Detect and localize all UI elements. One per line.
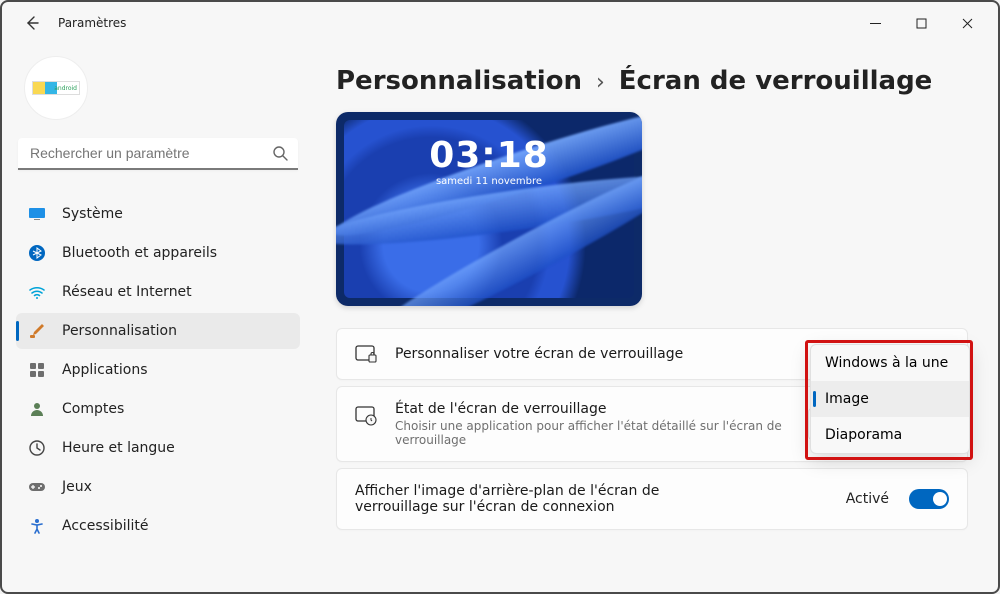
dropdown-item-image[interactable]: Image	[811, 381, 969, 417]
sidebar-item-label: Système	[62, 206, 123, 222]
dropdown-item-spotlight[interactable]: Windows à la une	[811, 345, 969, 381]
accessibility-icon	[28, 517, 46, 535]
maximize-icon	[916, 18, 927, 29]
monitor-icon	[28, 205, 46, 223]
minimize-button[interactable]	[852, 8, 898, 38]
dropdown-item-label: Windows à la une	[825, 355, 948, 371]
back-button[interactable]	[22, 13, 42, 33]
avatar[interactable]: android	[24, 56, 88, 120]
signin-bg-toggle[interactable]	[909, 489, 949, 509]
search-input[interactable]	[18, 138, 298, 170]
nav-list: Système Bluetooth et appareils Réseau et…	[16, 196, 300, 544]
card-title: Afficher l'image d'arrière-plan de l'écr…	[355, 483, 735, 515]
sidebar-item-accounts[interactable]: Comptes	[16, 391, 300, 427]
preview-date: samedi 11 novembre	[336, 176, 642, 187]
window-title: Paramètres	[58, 16, 126, 30]
sidebar-item-accessibility[interactable]: Accessibilité	[16, 508, 300, 544]
personalize-dropdown: Windows à la une Image Diaporama	[810, 344, 970, 454]
preview-clock: 03:18 samedi 11 novembre	[336, 138, 642, 187]
wifi-icon	[28, 283, 46, 301]
bluetooth-icon	[28, 244, 46, 262]
chevron-right-icon: ›	[596, 70, 605, 95]
sidebar-item-time[interactable]: Heure et langue	[16, 430, 300, 466]
breadcrumb-parent[interactable]: Personnalisation	[336, 66, 582, 96]
brush-icon	[28, 322, 46, 340]
grid-icon	[28, 361, 46, 379]
status-app-icon	[355, 405, 377, 427]
sidebar-item-apps[interactable]: Applications	[16, 352, 300, 388]
sidebar-item-network[interactable]: Réseau et Internet	[16, 274, 300, 310]
sidebar-item-label: Jeux	[62, 479, 92, 495]
user-icon	[28, 400, 46, 418]
avatar-logo: android	[32, 81, 80, 95]
sidebar-item-label: Heure et langue	[62, 440, 175, 456]
toggle-knob	[933, 492, 947, 506]
minimize-icon	[870, 18, 881, 29]
close-icon	[962, 18, 973, 29]
page-title: Écran de verrouillage	[619, 66, 933, 96]
card-subtitle: Choisir une application pour afficher l'…	[395, 419, 808, 447]
sidebar-item-gaming[interactable]: Jeux	[16, 469, 300, 505]
sidebar-item-personalization[interactable]: Personnalisation	[16, 313, 300, 349]
card-title: État de l'écran de verrouillage	[395, 401, 808, 417]
picture-lock-icon	[355, 343, 377, 365]
sidebar-item-label: Réseau et Internet	[62, 284, 192, 300]
window-controls	[852, 8, 990, 38]
close-button[interactable]	[944, 8, 990, 38]
clock-icon	[28, 439, 46, 457]
search-icon	[272, 145, 288, 165]
toggle-state-label: Activé	[846, 491, 889, 507]
sidebar-item-label: Accessibilité	[62, 518, 148, 534]
sidebar-item-label: Comptes	[62, 401, 124, 417]
signin-background-card[interactable]: Afficher l'image d'arrière-plan de l'écr…	[336, 468, 968, 530]
dropdown-item-slideshow[interactable]: Diaporama	[811, 417, 969, 453]
settings-window: Paramètres android	[0, 0, 1000, 594]
titlebar: Paramètres	[2, 2, 998, 44]
sidebar-item-bluetooth[interactable]: Bluetooth et appareils	[16, 235, 300, 271]
arrow-left-icon	[24, 15, 40, 31]
lockscreen-preview: 03:18 samedi 11 novembre	[336, 112, 642, 306]
preview-time: 03:18	[336, 138, 642, 174]
search-container	[18, 138, 298, 170]
dropdown-item-label: Diaporama	[825, 427, 902, 443]
breadcrumb: Personnalisation › Écran de verrouillage	[336, 66, 968, 96]
sidebar-item-system[interactable]: Système	[16, 196, 300, 232]
dropdown-item-label: Image	[825, 391, 869, 407]
sidebar-item-label: Bluetooth et appareils	[62, 245, 217, 261]
sidebar-item-label: Personnalisation	[62, 323, 177, 339]
main-content: Personnalisation › Écran de verrouillage…	[312, 44, 998, 592]
maximize-button[interactable]	[898, 8, 944, 38]
gamepad-icon	[28, 478, 46, 496]
sidebar-item-label: Applications	[62, 362, 148, 378]
sidebar: android Système Bluetooth et appareils	[2, 44, 312, 592]
